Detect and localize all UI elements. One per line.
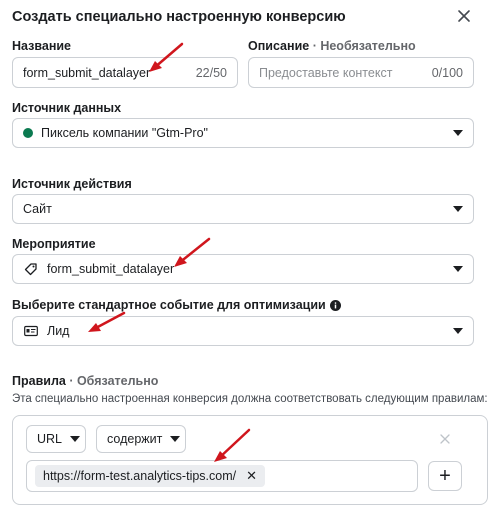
event-value: form_submit_datalayer — [47, 262, 175, 276]
dialog-title: Создать специально настроенную конверсию — [12, 9, 346, 25]
description-label: Описание · Необязательно — [248, 39, 416, 53]
optional-note: · Необязательно — [312, 39, 416, 53]
tag-icon — [23, 261, 39, 277]
rule-operator-value: содержит — [107, 432, 163, 446]
chevron-down-icon — [453, 130, 463, 136]
id-card-icon — [23, 323, 39, 339]
standard-event-select[interactable]: Лид — [12, 316, 474, 346]
data-source-value: Пиксель компании "Gtm-Pro" — [41, 126, 208, 140]
chevron-down-icon — [170, 436, 181, 442]
chevron-down-icon — [453, 328, 463, 334]
chevron-down-icon — [70, 436, 81, 442]
action-source-value: Сайт — [23, 202, 52, 216]
description-counter: 0/100 — [431, 65, 463, 80]
description-input[interactable]: Предоставьте контекст 0/100 — [248, 57, 474, 88]
name-label: Название — [12, 39, 72, 53]
chip-remove-icon[interactable]: ✕ — [246, 468, 257, 484]
data-source-select[interactable]: Пиксель компании "Gtm-Pro" — [12, 118, 474, 148]
name-input[interactable]: form_submit_datalayer 22/50 — [12, 57, 238, 88]
rule-field-select[interactable]: URL — [26, 425, 86, 453]
close-icon[interactable] — [456, 8, 472, 24]
required-note: · Обязательно — [69, 374, 159, 388]
url-input[interactable]: https://form-test.analytics-tips.com/ ✕ — [26, 460, 418, 492]
standard-event-label: Выберите стандартное событие для оптимиз… — [12, 298, 341, 312]
description-placeholder: Предоставьте контекст — [259, 65, 393, 80]
rule-field-value: URL — [37, 432, 63, 446]
rules-description: Эта специально настроенная конверсия дол… — [12, 393, 488, 405]
action-source-select[interactable]: Сайт — [12, 194, 474, 224]
event-label: Мероприятие — [12, 237, 96, 251]
name-counter: 22/50 — [195, 65, 227, 80]
action-source-label: Источник действия — [12, 177, 132, 191]
url-chip-label: https://form-test.analytics-tips.com/ — [43, 469, 237, 483]
rule-operator-select[interactable]: содержит — [96, 425, 186, 453]
info-icon[interactable] — [329, 299, 341, 311]
remove-rule-icon[interactable] — [439, 433, 451, 445]
add-url-button[interactable]: + — [428, 461, 462, 491]
status-dot-icon — [23, 128, 33, 138]
name-value: form_submit_datalayer — [23, 65, 151, 80]
chevron-down-icon — [453, 266, 463, 272]
event-select[interactable]: form_submit_datalayer — [12, 254, 474, 284]
url-chip: https://form-test.analytics-tips.com/ ✕ — [35, 465, 266, 487]
standard-event-value: Лид — [47, 324, 70, 338]
data-source-label: Источник данных — [12, 101, 122, 115]
rules-label: Правила · Обязательно — [12, 374, 159, 388]
chevron-down-icon — [453, 206, 463, 212]
